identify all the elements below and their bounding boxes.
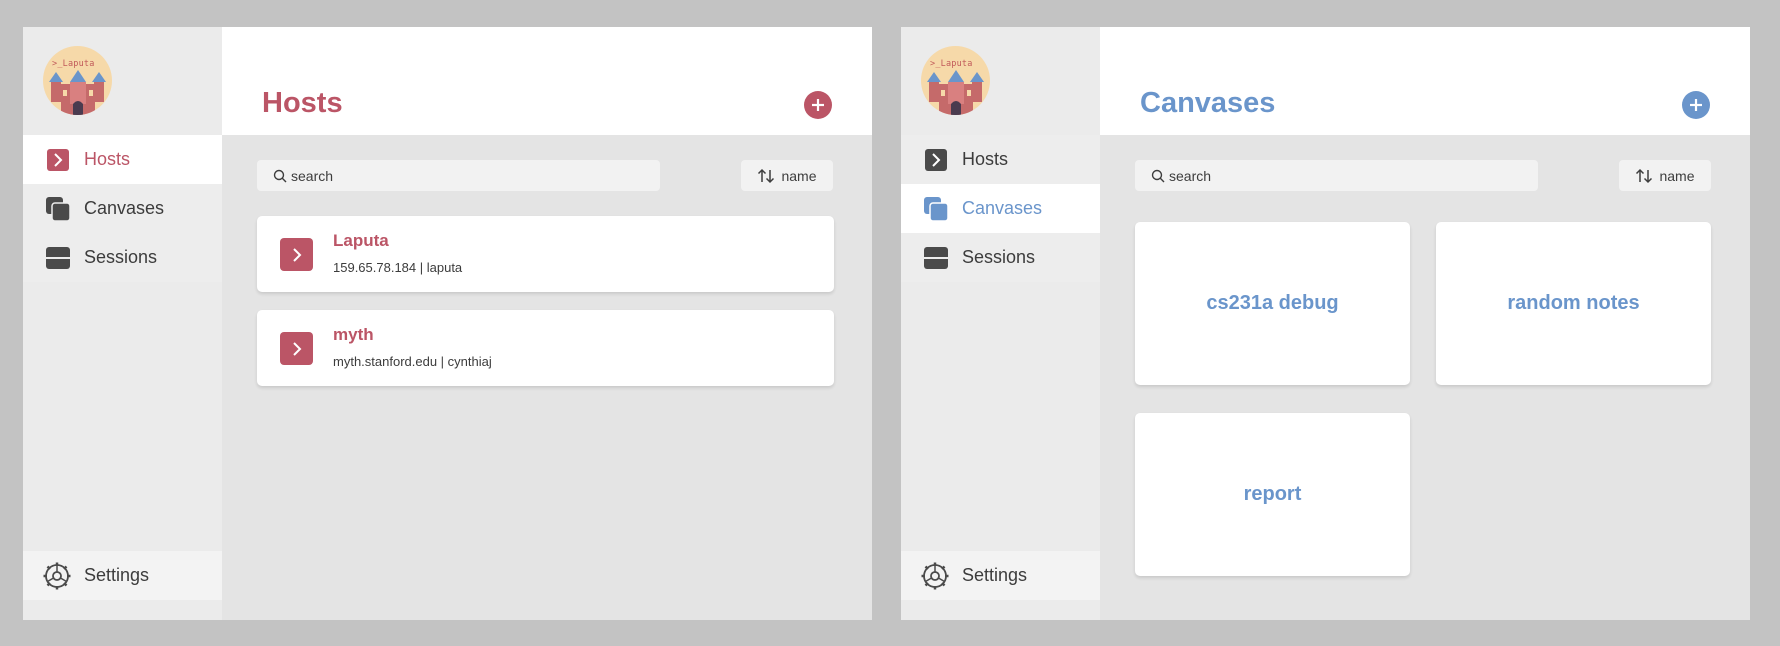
sidebar-item-canvases[interactable]: Canvases — [23, 184, 222, 233]
terminal-icon — [280, 238, 313, 271]
settings-label: Settings — [84, 565, 150, 585]
canvas-card[interactable]: cs231a debug — [1135, 222, 1410, 385]
search-placeholder: search — [291, 167, 334, 184]
sidebar: >_Laputa Hosts Canvases Sessions Setting… — [901, 27, 1100, 620]
host-detail: 159.65.78.184 | laputa — [333, 260, 463, 275]
main-panel: Canvases search name cs231a debug random… — [1100, 27, 1750, 620]
sidebar: >_Laputa Hosts Canvases Sessions Setting… — [23, 27, 222, 620]
sidebar-nav: Hosts Canvases Sessions — [23, 135, 222, 282]
sidebar-item-label: Canvases — [84, 198, 165, 218]
sidebar-item-label: Hosts — [962, 149, 1009, 169]
sort-arrows-icon — [1635, 167, 1653, 185]
plus-icon — [1689, 98, 1703, 112]
page-title: Hosts — [262, 87, 343, 119]
sort-label: name — [781, 167, 817, 184]
add-host-button[interactable] — [804, 91, 832, 119]
page-title: Canvases — [1140, 87, 1276, 119]
host-card[interactable]: Laputa 159.65.78.184 | laputa — [257, 216, 834, 292]
search-icon — [1151, 169, 1165, 183]
sidebar-item-settings[interactable]: Settings — [23, 551, 222, 600]
sort-button[interactable]: name — [741, 160, 833, 191]
sidebar-item-hosts[interactable]: Hosts — [901, 135, 1100, 184]
sessions-icon — [46, 246, 70, 270]
search-input[interactable]: search — [257, 160, 660, 191]
host-detail: myth.stanford.edu | cynthiaj — [333, 354, 492, 369]
main-panel: Hosts search name Laputa 159.65.78.184 |… — [222, 27, 872, 620]
search-icon — [273, 169, 287, 183]
add-canvas-button[interactable] — [1682, 91, 1710, 119]
canvas-title: random notes — [1507, 292, 1640, 314]
host-card[interactable]: myth myth.stanford.edu | cynthiaj — [257, 310, 834, 386]
search-input[interactable]: search — [1135, 160, 1538, 191]
gear-icon — [921, 562, 949, 590]
page-header: Canvases — [1100, 27, 1750, 135]
host-name: Laputa — [333, 231, 389, 250]
stacked-squares-icon — [46, 196, 70, 221]
host-name: myth — [333, 325, 374, 344]
canvas-title: report — [1243, 483, 1302, 505]
gear-icon — [43, 562, 71, 590]
sidebar-item-label: Sessions — [84, 247, 158, 267]
sidebar-item-canvases[interactable]: Canvases — [901, 184, 1100, 233]
terminal-icon — [924, 148, 948, 172]
canvases-window: >_Laputa Hosts Canvases Sessions Setting… — [901, 27, 1750, 620]
canvas-card[interactable]: report — [1135, 413, 1410, 576]
sort-button[interactable]: name — [1619, 160, 1711, 191]
canvas-title: cs231a debug — [1206, 292, 1339, 314]
canvas-card[interactable]: random notes — [1436, 222, 1711, 385]
plus-icon — [811, 98, 825, 112]
terminal-icon — [46, 148, 70, 172]
sidebar-item-hosts[interactable]: Hosts — [23, 135, 222, 184]
sidebar-item-label: Hosts — [84, 149, 131, 169]
sidebar-nav: Hosts Canvases Sessions — [901, 135, 1100, 282]
hosts-window: >_Laputa Hosts Canvases Sessions Setting… — [23, 27, 872, 620]
sidebar-item-label: Sessions — [962, 247, 1036, 267]
sort-label: name — [1659, 167, 1695, 184]
search-placeholder: search — [1169, 167, 1212, 184]
settings-label: Settings — [962, 565, 1028, 585]
sidebar-item-label: Canvases — [962, 198, 1043, 218]
sidebar-item-sessions[interactable]: Sessions — [23, 233, 222, 282]
page-header: Hosts — [222, 27, 872, 135]
sessions-icon — [924, 246, 948, 270]
sidebar-item-sessions[interactable]: Sessions — [901, 233, 1100, 282]
stacked-squares-icon — [924, 196, 948, 221]
sidebar-item-settings[interactable]: Settings — [901, 551, 1100, 600]
laputa-logo: >_Laputa — [921, 46, 990, 115]
sort-arrows-icon — [757, 167, 775, 185]
laputa-logo: >_Laputa — [43, 46, 112, 115]
terminal-icon — [280, 332, 313, 365]
